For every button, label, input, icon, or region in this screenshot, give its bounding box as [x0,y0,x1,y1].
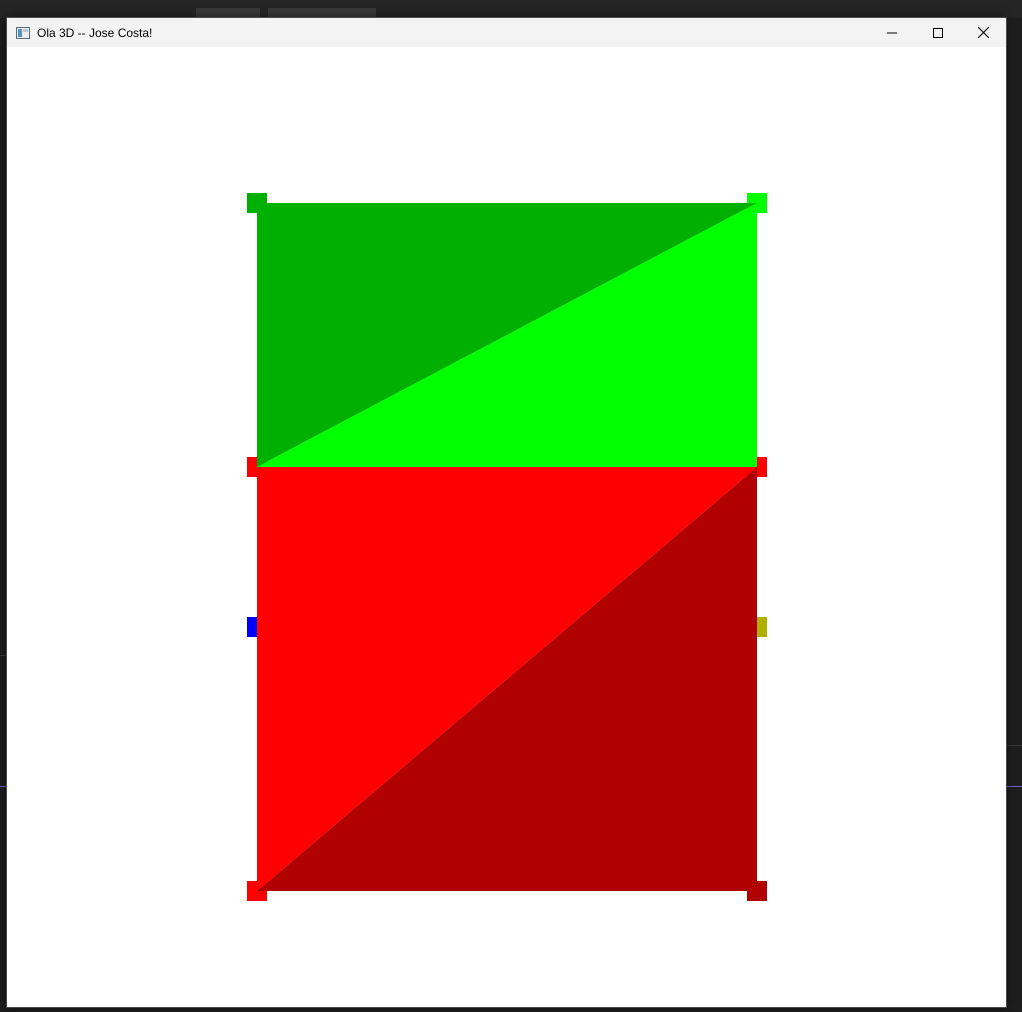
scene-viewport [7,47,1006,1007]
vertex-marker-side-right [757,617,767,637]
minimize-icon [887,32,897,33]
window-title: Ola 3D -- Jose Costa! [37,26,153,40]
vertex-marker-side-left [247,617,257,637]
background-app-toolbar [0,0,1022,18]
title-bar[interactable]: Ola 3D -- Jose Costa! [7,18,1006,47]
close-button[interactable] [960,18,1006,47]
green-quad [257,203,757,467]
app-window: Ola 3D -- Jose Costa! [6,17,1007,1008]
close-icon [977,27,989,38]
render-canvas[interactable] [7,47,1006,1007]
app-icon [16,26,30,39]
red-quad [257,467,757,891]
maximize-icon [933,27,943,38]
background-divider [1007,786,1022,787]
minimize-button[interactable] [869,18,915,47]
maximize-button[interactable] [915,18,961,47]
background-divider [1007,745,1022,746]
